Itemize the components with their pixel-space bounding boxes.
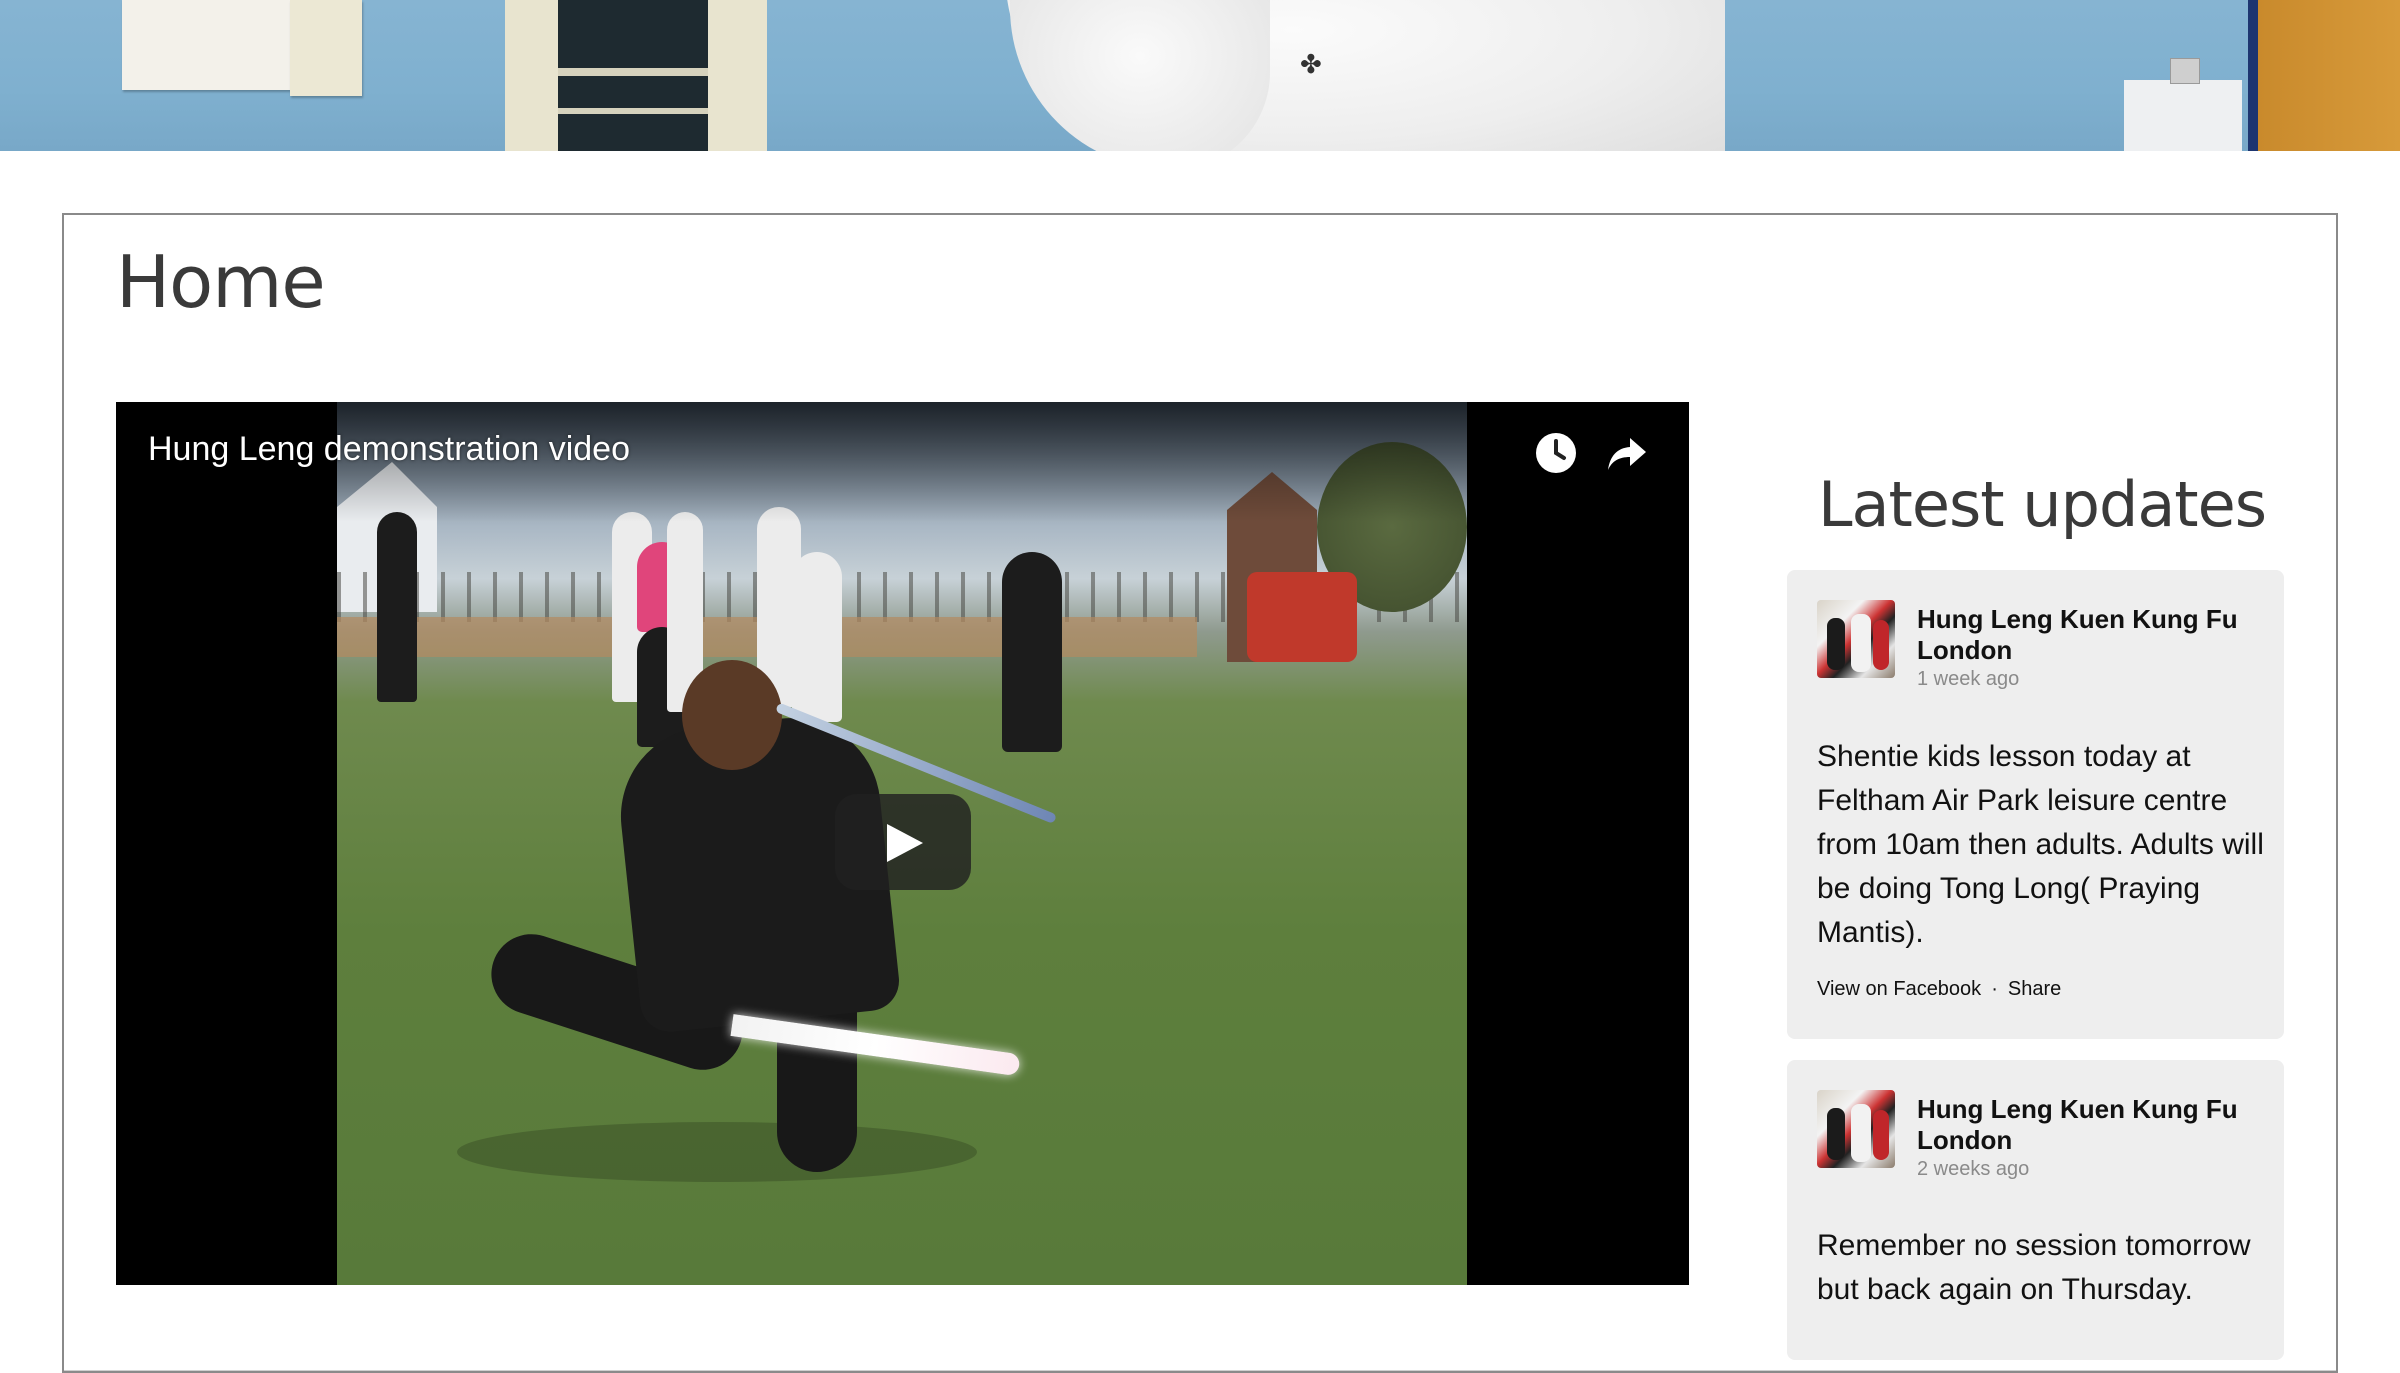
wall-poster: [122, 0, 290, 90]
wall-socket: [2170, 58, 2200, 84]
post-text: Remember no session tomorrow but back ag…: [1817, 1229, 2251, 1306]
avatar-figure: [1827, 618, 1845, 670]
person-sleeve: [1010, 0, 1270, 151]
wooden-door: [2258, 0, 2400, 151]
post-author[interactable]: Hung Leng Kuen Kung Fu London: [1917, 1094, 2257, 1156]
background-person: [792, 552, 842, 722]
share-link[interactable]: Share: [2008, 978, 2061, 1000]
door-bar: [558, 108, 708, 114]
share-arrow-icon[interactable]: [1604, 430, 1650, 476]
fighter-head: [682, 660, 782, 770]
post-time[interactable]: 2 weeks ago: [1917, 1158, 2029, 1181]
wall-poster: [290, 0, 362, 96]
avatar-figure: [1851, 614, 1871, 672]
sidebar-title: Latest updates: [1818, 468, 2267, 541]
play-icon: [887, 824, 923, 862]
wall-sign: [2124, 80, 2242, 151]
video-player[interactable]: Hung Leng demonstration video: [116, 402, 1689, 1285]
post-text: Shentie kids lesson today at Feltham Air…: [1817, 740, 2264, 949]
hero-banner-image: ✤: [0, 0, 2400, 151]
background-person: [377, 512, 417, 702]
avatar-figure: [1873, 1110, 1889, 1160]
post-actions: View on Facebook · Share: [1817, 978, 2061, 1001]
play-button[interactable]: [835, 794, 971, 890]
view-on-facebook-link[interactable]: View on Facebook: [1817, 978, 1981, 1000]
video-title[interactable]: Hung Leng demonstration video: [148, 424, 630, 474]
page-avatar[interactable]: [1817, 1090, 1895, 1168]
shirt-logo-icon: ✤: [1300, 50, 1322, 80]
page-avatar[interactable]: [1817, 600, 1895, 678]
avatar-figure: [1873, 620, 1889, 670]
avatar-figure: [1827, 1108, 1845, 1160]
ground-shadow: [457, 1122, 977, 1182]
clock-icon[interactable]: [1533, 430, 1579, 476]
background-person: [1002, 552, 1062, 752]
door-bar: [558, 68, 708, 76]
playground-slide: [1247, 572, 1357, 662]
facebook-post: Hung Leng Kuen Kung Fu London 1 week ago…: [1787, 570, 2284, 1039]
sword-blade: [730, 1014, 1021, 1077]
facebook-post: Hung Leng Kuen Kung Fu London 2 weeks ag…: [1787, 1060, 2284, 1360]
separator-dot: ·: [1991, 978, 1998, 1000]
post-author[interactable]: Hung Leng Kuen Kung Fu London: [1917, 604, 2257, 666]
page-title: Home: [116, 240, 326, 324]
avatar-figure: [1851, 1104, 1871, 1162]
post-time[interactable]: 1 week ago: [1917, 668, 2019, 691]
